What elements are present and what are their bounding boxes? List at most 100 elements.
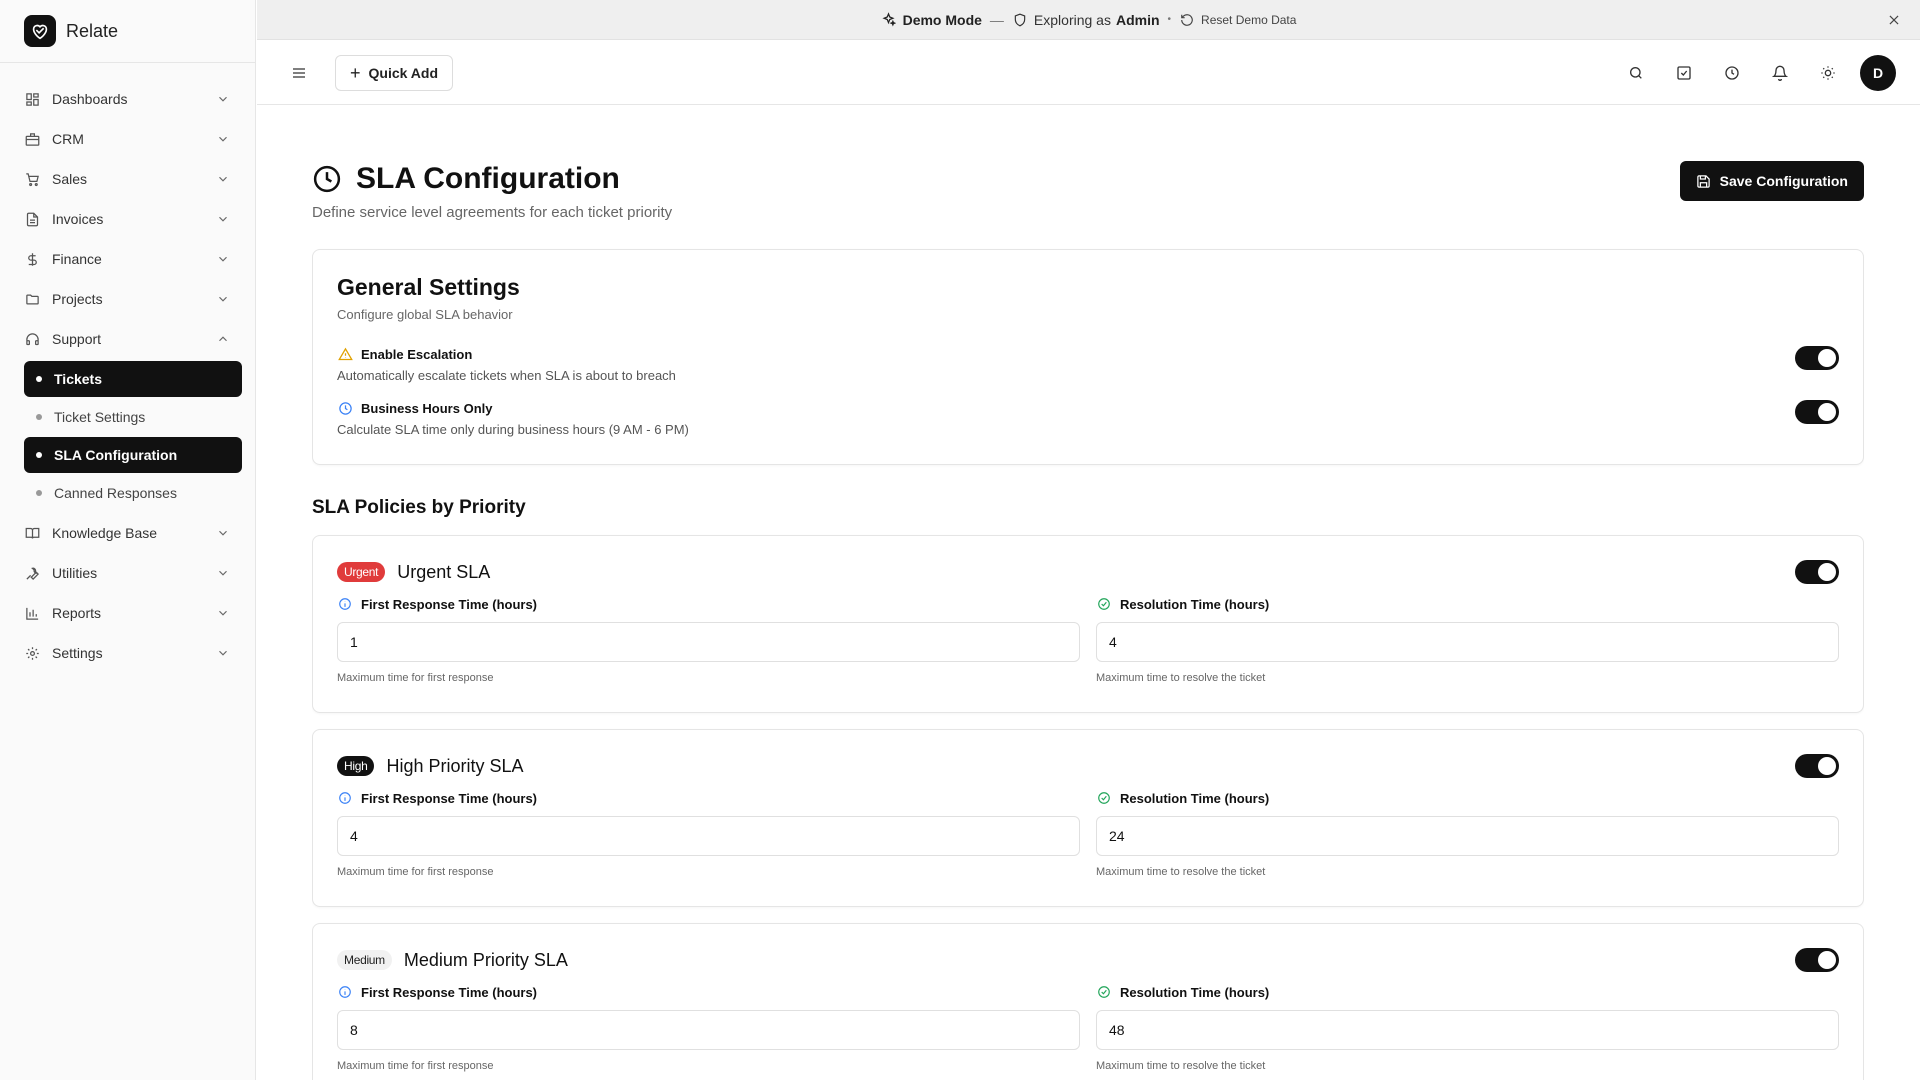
policy-card-medium: Medium Medium Priority SLA First Respons… [312, 923, 1864, 1080]
sidebar-item-finance[interactable]: Finance [12, 239, 243, 279]
field-label: Resolution Time (hours) [1096, 594, 1839, 614]
sidebar-item-label: Invoices [52, 211, 104, 227]
field-help: Maximum time to resolve the ticket [1096, 1060, 1266, 1072]
resolution-field: Resolution Time (hours) 4 Maximum time t… [1096, 594, 1839, 684]
top-bar: + Quick Add D [257, 41, 1920, 105]
setting-description: Automatically escalate tickets when SLA … [337, 368, 676, 383]
check-circle-icon [1096, 790, 1112, 806]
sidebar-item-label: Support [52, 331, 102, 347]
setting-label: Enable Escalation [337, 346, 1839, 362]
sidebar-nav: Dashboards CRM Sales Invoices Finance Pr… [0, 63, 255, 673]
sidebar-item-tickets[interactable]: Tickets [24, 361, 242, 397]
search-icon[interactable] [1624, 61, 1648, 85]
plus-icon: + [350, 62, 361, 83]
task-check-icon[interactable] [1672, 61, 1696, 85]
sidebar-item-dashboards[interactable]: Dashboards [12, 79, 243, 119]
resolution-input[interactable]: 4 [1096, 622, 1839, 662]
check-circle-icon [1096, 984, 1112, 1000]
file-icon [24, 211, 40, 227]
policy-card-high: High High Priority SLA First Response Ti… [312, 729, 1864, 907]
sidebar-item-knowledge-base[interactable]: Knowledge Base [12, 513, 243, 553]
sidebar-item-invoices[interactable]: Invoices [12, 199, 243, 239]
save-icon [1696, 173, 1712, 189]
avatar[interactable]: D [1860, 54, 1896, 91]
sidebar-item-projects[interactable]: Projects [12, 279, 243, 319]
check-circle-icon [1096, 596, 1112, 612]
chevron-down-icon [215, 211, 231, 227]
field-help: Maximum time to resolve the ticket [1096, 866, 1266, 878]
chevron-down-icon [215, 251, 231, 267]
sidebar-item-label: Settings [52, 645, 103, 661]
chevron-down-icon [215, 525, 231, 541]
general-settings-card: General Settings Configure global SLA be… [312, 249, 1864, 465]
card-title: General Settings [337, 274, 520, 300]
sidebar-item-sla-configuration[interactable]: SLA Configuration [24, 437, 242, 473]
reset-demo-button[interactable]: Reset Demo Data [1179, 12, 1296, 28]
brand[interactable]: Relate [0, 0, 255, 63]
high-sla-toggle[interactable] [1795, 754, 1839, 778]
section-title: SLA Policies by Priority [312, 497, 526, 518]
sidebar-item-canned-responses[interactable]: Canned Responses [24, 475, 242, 511]
resolution-input[interactable]: 48 [1096, 1010, 1839, 1050]
chevron-down-icon [215, 291, 231, 307]
policy-name: Urgent SLA [397, 561, 491, 582]
first-response-field: First Response Time (hours) 8 Maximum ti… [337, 982, 1080, 1072]
toggle-knob [1818, 349, 1836, 367]
sidebar-item-label: CRM [52, 131, 84, 147]
refresh-icon [1179, 12, 1195, 28]
shield-icon [1012, 12, 1028, 28]
sun-icon[interactable] [1816, 61, 1840, 85]
first-response-input[interactable]: 1 [337, 622, 1080, 662]
relate-logo-icon [24, 15, 56, 47]
resolution-input[interactable]: 24 [1096, 816, 1839, 856]
sidebar-item-label: Utilities [52, 565, 98, 581]
building-icon [24, 131, 40, 147]
book-icon [24, 525, 40, 541]
field-help: Maximum time to resolve the ticket [1096, 672, 1266, 684]
card-subtitle: Configure global SLA behavior [337, 307, 513, 322]
dashboard-icon [24, 91, 40, 107]
sidebar-item-reports[interactable]: Reports [12, 593, 243, 633]
chevron-down-icon [215, 171, 231, 187]
sidebar-item-sales[interactable]: Sales [12, 159, 243, 199]
policy-name: Medium Priority SLA [403, 949, 568, 970]
toggle-knob [1818, 951, 1836, 969]
top-actions: D [1600, 54, 1896, 91]
sidebar-item-ticket-settings[interactable]: Ticket Settings [24, 399, 242, 435]
exploring-prefix: Exploring as [1033, 11, 1111, 28]
brand-name: Relate [66, 20, 119, 41]
bullet-icon [36, 452, 42, 458]
sidebar-item-settings[interactable]: Settings [12, 633, 243, 673]
policy-fields: First Response Time (hours) 8 Maximum ti… [337, 982, 1839, 1072]
urgent-sla-toggle[interactable] [1795, 560, 1839, 584]
close-icon[interactable] [1884, 10, 1904, 30]
bell-icon[interactable] [1768, 61, 1792, 85]
chevron-down-icon [215, 565, 231, 581]
chevron-down-icon [215, 91, 231, 107]
business-hours-toggle[interactable] [1795, 400, 1839, 424]
save-configuration-button[interactable]: Save Configuration [1679, 161, 1864, 201]
sidebar-item-support[interactable]: Support [12, 319, 243, 359]
enable-escalation-toggle[interactable] [1795, 346, 1839, 370]
setting-label: Business Hours Only [337, 400, 1839, 416]
menu-icon[interactable] [287, 61, 311, 85]
sidebar-item-crm[interactable]: CRM [12, 119, 243, 159]
headset-icon [24, 331, 40, 347]
quick-add-button[interactable]: + Quick Add [335, 54, 454, 91]
chevron-down-icon [215, 645, 231, 661]
medium-sla-toggle[interactable] [1795, 948, 1839, 972]
sidebar-item-label: Canned Responses [54, 485, 177, 501]
wrench-icon [24, 565, 40, 581]
first-response-input[interactable]: 4 [337, 816, 1080, 856]
sidebar-item-utilities[interactable]: Utilities [12, 553, 243, 593]
sidebar-item-label: Projects [52, 291, 103, 307]
policy-fields: First Response Time (hours) 1 Maximum ti… [337, 594, 1839, 684]
first-response-input[interactable]: 8 [337, 1010, 1080, 1050]
sidebar-item-label: Finance [52, 251, 102, 267]
chevron-up-icon [215, 331, 231, 347]
policy-name: High Priority SLA [386, 755, 524, 776]
chevron-down-icon [215, 605, 231, 621]
clock-icon [337, 400, 353, 416]
clock-icon[interactable] [1720, 61, 1744, 85]
field-label: First Response Time (hours) [337, 982, 1080, 1002]
